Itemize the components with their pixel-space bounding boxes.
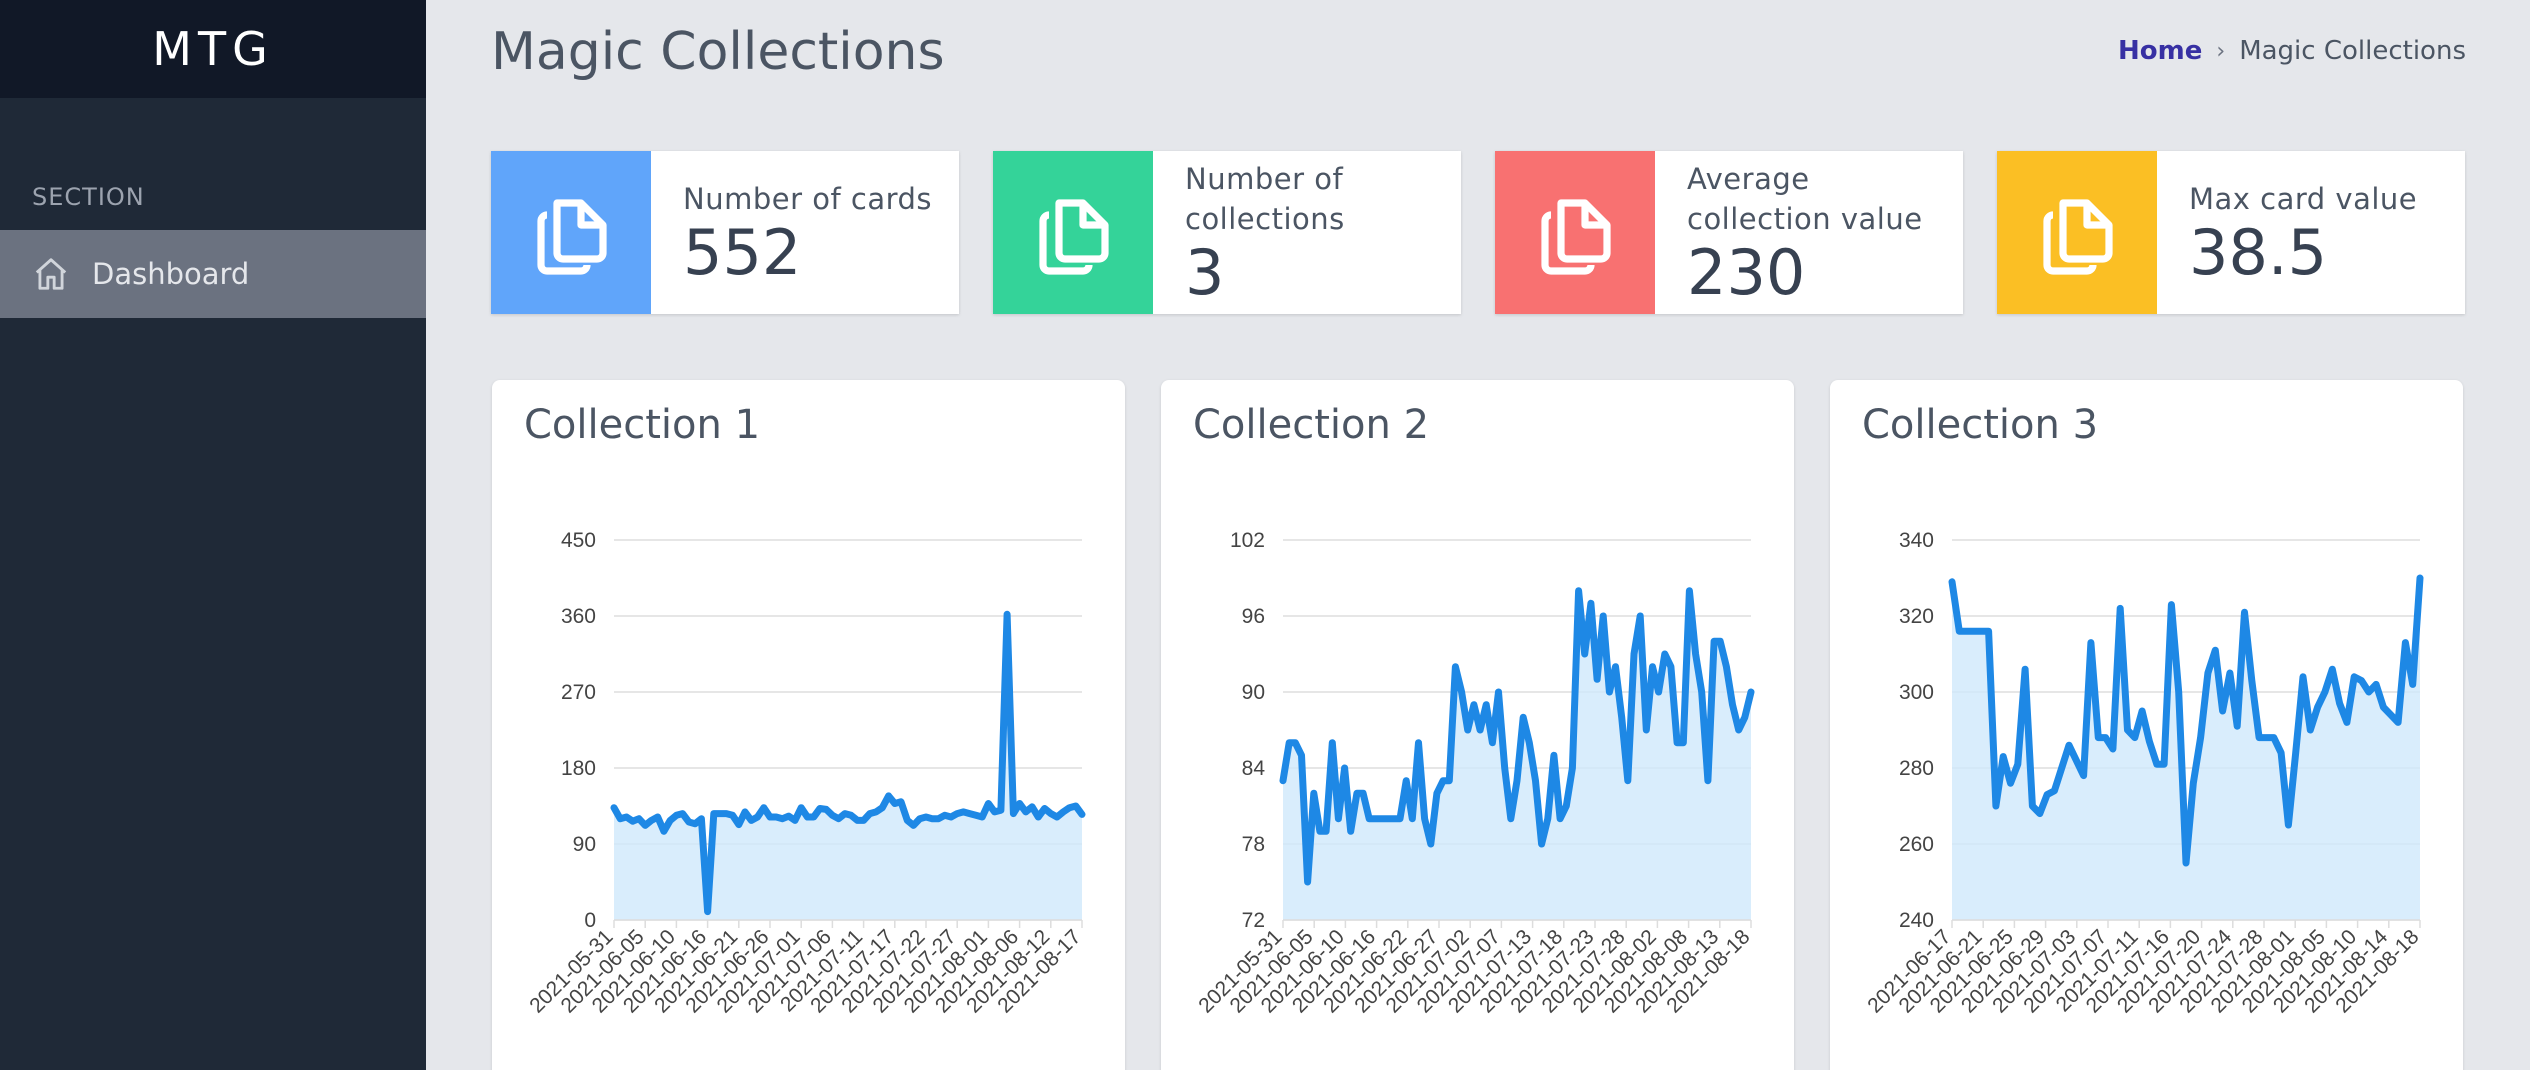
stat-icon-box bbox=[1495, 151, 1655, 314]
sidebar-item-label: Dashboard bbox=[92, 257, 250, 291]
y-tick-label: 340 bbox=[1899, 529, 1934, 552]
collection-card-2: Collection 2 72 78 84 90 96 102 2021-05-31 2021… bbox=[1161, 380, 1794, 1070]
stat-icon-box bbox=[993, 151, 1153, 314]
copy-icon bbox=[2043, 198, 2113, 275]
stat-value: 230 bbox=[1687, 235, 1806, 309]
y-tick-label: 84 bbox=[1242, 757, 1266, 780]
stat-card-average-collection-value: Average collection value 230 bbox=[1495, 151, 1963, 314]
stat-value: 552 bbox=[683, 215, 802, 289]
stat-label: Number of cards bbox=[683, 181, 933, 216]
copy-icon bbox=[1039, 198, 1109, 275]
stat-icon-box bbox=[1997, 151, 2157, 314]
copy-icon bbox=[1541, 198, 1611, 275]
sidebar-item-dashboard[interactable]: Dashboard bbox=[0, 230, 426, 318]
collection-2-chart: 72788490961022021-05-312021-06-052021-06… bbox=[1194, 529, 1754, 1017]
y-tick-label: 320 bbox=[1899, 605, 1934, 628]
stat-value: 38.5 bbox=[2189, 215, 2328, 289]
breadcrumb-separator: › bbox=[2216, 38, 2226, 64]
y-tick-label: 240 bbox=[1899, 909, 1934, 932]
y-tick-label: 90 bbox=[573, 833, 596, 856]
y-tick-label: 360 bbox=[561, 605, 596, 628]
y-tick-label: 450 bbox=[561, 529, 596, 552]
breadcrumb-home-link[interactable]: Home bbox=[2118, 36, 2202, 66]
y-tick-label: 180 bbox=[561, 757, 596, 780]
y-tick-label: 102 bbox=[1230, 529, 1265, 552]
collection-card-3: Collection 3 240 260 280 300 320 340 2021-06-1… bbox=[1830, 380, 2463, 1070]
y-tick-label: 300 bbox=[1899, 681, 1934, 704]
y-tick-label: 72 bbox=[1242, 909, 1265, 932]
y-tick-label: 0 bbox=[584, 909, 596, 932]
chart-title: Collection 1 bbox=[524, 402, 761, 448]
stat-card-number-of-collections: Number of collections 3 bbox=[993, 151, 1461, 314]
page-title: Magic Collections bbox=[491, 22, 945, 82]
sidebar: MTG SECTION Dashboard bbox=[0, 0, 426, 1070]
breadcrumb-current: Magic Collections bbox=[2239, 36, 2466, 66]
y-tick-label: 270 bbox=[561, 681, 596, 704]
stat-value: 3 bbox=[1185, 235, 1225, 309]
y-tick-label: 90 bbox=[1242, 681, 1265, 704]
stat-label: Average collection value bbox=[1687, 161, 1923, 236]
stat-card-max-card-value: Max card value 38.5 bbox=[1997, 151, 2465, 314]
chart-title: Collection 3 bbox=[1862, 402, 2099, 448]
y-tick-label: 78 bbox=[1242, 833, 1265, 856]
stat-card-number-of-cards: Number of cards 552 bbox=[491, 151, 959, 314]
y-tick-label: 96 bbox=[1242, 605, 1265, 628]
stat-icon-box bbox=[491, 151, 651, 314]
home-icon bbox=[35, 258, 67, 290]
y-tick-label: 280 bbox=[1899, 757, 1934, 780]
collection-3-chart: 2402602803003203402021-06-172021-06-2120… bbox=[1863, 529, 2423, 1017]
app-logo[interactable]: MTG bbox=[0, 0, 426, 98]
stat-label: Number of collections bbox=[1185, 161, 1345, 236]
stat-label: Max card value bbox=[2189, 181, 2418, 216]
collection-1-chart: 0901802703604502021-05-312021-06-052021-… bbox=[525, 529, 1085, 1017]
y-tick-label: 260 bbox=[1899, 833, 1934, 856]
sidebar-section-label: SECTION bbox=[32, 183, 145, 211]
collection-card-1: Collection 1 0 90 180 270 360 450 2021-05-31 20… bbox=[492, 380, 1125, 1070]
copy-icon bbox=[537, 198, 607, 275]
chart-title: Collection 2 bbox=[1193, 402, 1430, 448]
breadcrumb: Home › Magic Collections bbox=[2118, 36, 2466, 66]
